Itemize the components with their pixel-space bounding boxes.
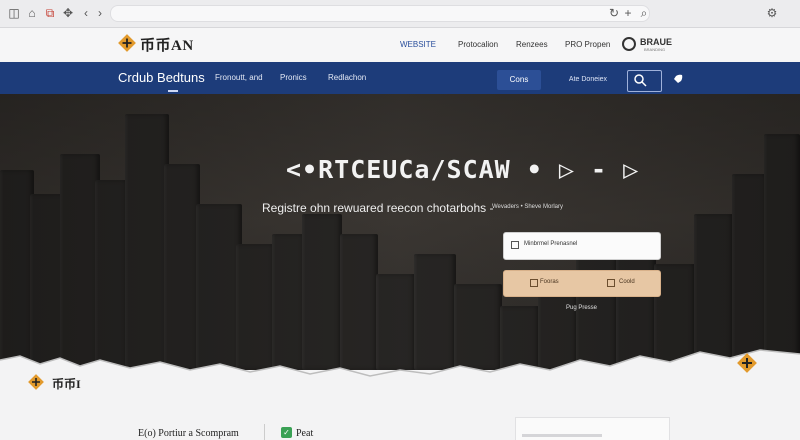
rocket-icon[interactable] bbox=[670, 73, 684, 87]
hero-subtitle-small: Wevaders • Sheve Morlary bbox=[492, 204, 564, 210]
topnav-protocalion[interactable]: Protocalion bbox=[458, 40, 498, 49]
menu-icon[interactable]: ◫ bbox=[6, 5, 22, 21]
nav-link-redlachon[interactable]: Redlachon bbox=[328, 73, 366, 82]
topnav-pro-propen[interactable]: PRO Propen bbox=[565, 40, 610, 49]
nav-title[interactable]: Crdub Bedtuns bbox=[118, 70, 205, 85]
brand-sub: BRANDING bbox=[644, 47, 666, 52]
lower-heading: E(o) Portiur a Scompram bbox=[138, 428, 239, 439]
search-icon[interactable]: ⌕ bbox=[636, 5, 652, 21]
cta-left-icon bbox=[530, 279, 538, 287]
floating-diamond-icon[interactable] bbox=[737, 353, 757, 373]
nav-button-cons[interactable]: Cons bbox=[497, 70, 541, 90]
lower-card-line bbox=[522, 434, 602, 437]
address-bar[interactable] bbox=[110, 5, 650, 22]
hero-subtitle: Registre ohn rewuared reecon chotarbohs … bbox=[262, 201, 494, 215]
extensions-icon[interactable]: ✥ bbox=[60, 5, 76, 21]
lower-divider bbox=[264, 424, 265, 440]
logo-text[interactable]: 币币AN bbox=[140, 34, 194, 55]
search-icon[interactable] bbox=[633, 73, 647, 87]
cta-right-icon bbox=[607, 279, 615, 287]
topnav-renzees[interactable]: Renzees bbox=[516, 40, 548, 49]
hero-section bbox=[0, 94, 800, 370]
browser-toolbar: ◫ ⌂ ⧉ ✥ ‹ › ↻ + ⌕ ⚙ bbox=[0, 0, 800, 28]
check-icon: ✓ bbox=[281, 427, 292, 438]
hero-cta-button[interactable] bbox=[503, 270, 661, 297]
cta-right-label: Coold bbox=[619, 279, 635, 285]
input-checkbox-icon bbox=[511, 241, 519, 249]
brand-gear-icon bbox=[622, 37, 636, 51]
chevron-right-icon[interactable]: › bbox=[92, 5, 108, 21]
brand-text: BRAUE bbox=[640, 37, 673, 47]
bookmark-icon[interactable]: ⧉ bbox=[42, 5, 58, 21]
hero-title: <•RTCEUCa/SCAW • ▷ - ▷ bbox=[286, 155, 640, 184]
footer-logo-icon[interactable] bbox=[28, 374, 44, 390]
new-tab-icon[interactable]: + bbox=[620, 5, 636, 21]
settings-icon[interactable]: ⚙ bbox=[764, 5, 780, 21]
nav-active-indicator bbox=[168, 90, 178, 92]
hero-input-text: Minbrmel Prenasnel bbox=[524, 241, 578, 247]
nav-button-ate-doneiex[interactable]: Ate Doneiex bbox=[555, 70, 621, 90]
lower-status-text: Peat bbox=[296, 428, 314, 439]
cta-left-label: Fooras bbox=[540, 279, 559, 285]
logo-diamond-icon[interactable] bbox=[118, 34, 136, 52]
topnav-website[interactable]: WEBSITE bbox=[400, 40, 436, 49]
back-icon[interactable]: ⌂ bbox=[24, 5, 40, 21]
nav-link-fronoutt[interactable]: Fronoutt, and bbox=[215, 73, 263, 82]
hero-caption[interactable]: Pug Presse bbox=[566, 305, 597, 311]
footer-logo-text[interactable]: 币币I bbox=[52, 375, 81, 392]
lower-section bbox=[0, 378, 800, 440]
nav-link-pronics[interactable]: Pronics bbox=[280, 73, 307, 82]
browser-window: ◫ ⌂ ⧉ ✥ ‹ › ↻ + ⌕ ⚙ 币币AN WEBSITE Protoca… bbox=[0, 0, 800, 440]
